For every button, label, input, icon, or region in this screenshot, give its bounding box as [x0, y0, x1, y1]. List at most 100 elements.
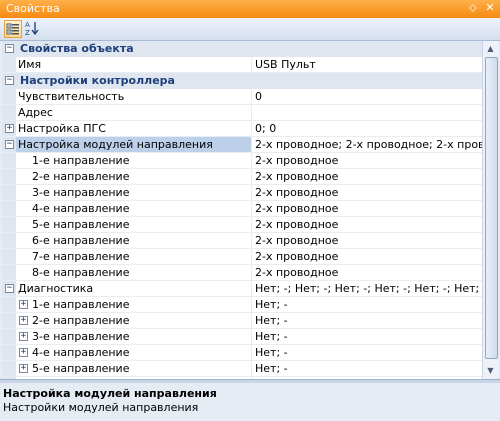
title-bar[interactable]: Свойства ⬦ ✕ [0, 0, 500, 19]
row-gutter [2, 265, 16, 280]
property-name: 1-е направление [32, 298, 130, 311]
property-row[interactable]: +3-е направление Нет; - [2, 329, 482, 345]
property-name: 5-е направление [32, 218, 130, 231]
column-separator[interactable] [251, 137, 252, 152]
column-separator[interactable] [251, 345, 252, 360]
column-separator[interactable] [251, 105, 252, 120]
column-separator[interactable] [251, 233, 252, 248]
scroll-up-icon[interactable]: ▲ [483, 41, 498, 57]
column-separator[interactable] [251, 281, 252, 296]
property-name: Настройка модулей направления [18, 138, 213, 151]
property-row[interactable]: Чувствительность 0 [2, 89, 482, 105]
collapse-icon[interactable]: − [5, 284, 14, 293]
property-value[interactable]: 2-х проводное [255, 266, 482, 279]
property-row[interactable]: 2-е направление 2-х проводное [2, 169, 482, 185]
property-row[interactable]: +5-е направление Нет; - [2, 361, 482, 377]
property-value[interactable]: 2-х проводное [255, 170, 482, 183]
svg-text:Z: Z [25, 29, 30, 36]
property-row[interactable]: + Настройка ПГС 0; 0 [2, 121, 482, 137]
property-value[interactable]: Нет; - [255, 362, 482, 375]
expand-icon[interactable]: + [5, 124, 14, 133]
property-grid: − Свойства объекта Имя USB Пульт − Настройки … [2, 41, 482, 379]
column-separator[interactable] [251, 153, 252, 168]
property-row[interactable]: − Диагностика Нет; -; Нет; -; Нет; -; Нет;… [2, 281, 482, 297]
property-row[interactable]: 5-е направление 2-х проводное [2, 217, 482, 233]
property-row[interactable]: +1-е направление Нет; - [2, 297, 482, 313]
column-separator[interactable] [251, 121, 252, 136]
property-value[interactable]: 2-х проводное [255, 202, 482, 215]
collapse-icon[interactable]: − [5, 76, 14, 85]
property-name: 5-е направление [32, 362, 130, 375]
property-row[interactable]: 4-е направление 2-х проводное [2, 201, 482, 217]
category-row[interactable]: − Настройки контроллера [2, 73, 482, 89]
column-separator[interactable] [251, 361, 252, 376]
column-separator[interactable] [251, 313, 252, 328]
expand-icon[interactable]: + [19, 316, 28, 325]
property-name: 4-е направление [32, 202, 130, 215]
property-value[interactable]: USB Пульт [255, 58, 482, 71]
property-value[interactable]: 0 [255, 90, 482, 103]
property-row[interactable]: Имя USB Пульт [2, 57, 482, 73]
property-value[interactable]: 2-х проводное [255, 218, 482, 231]
column-separator[interactable] [251, 265, 252, 280]
scrollbar-thumb[interactable] [485, 57, 498, 359]
property-name: Адрес [18, 106, 53, 119]
property-value[interactable]: 2-х проводное [255, 250, 482, 263]
column-separator[interactable] [251, 329, 252, 344]
property-name: 6-е направление [32, 234, 130, 247]
expand-icon[interactable]: + [19, 364, 28, 373]
property-value[interactable]: 2-х проводное [255, 234, 482, 247]
row-gutter [2, 313, 16, 328]
category-label: Настройки контроллера [20, 74, 175, 87]
property-row[interactable]: 8-е направление 2-х проводное [2, 265, 482, 281]
property-value[interactable]: Нет; -; Нет; -; Нет; -; Нет; -; Нет; -; … [255, 282, 482, 295]
property-value[interactable]: 2-х проводное [255, 154, 482, 167]
property-row[interactable]: +4-е направление Нет; - [2, 345, 482, 361]
property-name: 3-е направление [32, 330, 130, 343]
column-separator[interactable] [251, 169, 252, 184]
column-separator[interactable] [251, 185, 252, 200]
row-gutter [2, 105, 16, 120]
alphabetical-sort-button[interactable]: A Z [24, 20, 42, 38]
category-row[interactable]: − Свойства объекта [2, 41, 482, 57]
close-icon[interactable]: ✕ [483, 1, 497, 15]
expand-icon[interactable]: + [19, 300, 28, 309]
window-title: Свойства [6, 2, 60, 15]
property-row[interactable]: 6-е направление 2-х проводное [2, 233, 482, 249]
property-name: 4-е направление [32, 346, 130, 359]
row-gutter [2, 185, 16, 200]
property-value[interactable]: Нет; - [255, 330, 482, 343]
pin-icon[interactable]: ⬦ [466, 1, 480, 15]
property-name: 2-е направление [32, 314, 130, 327]
row-gutter [2, 89, 16, 104]
property-value[interactable]: Нет; - [255, 346, 482, 359]
property-row[interactable]: 7-е направление 2-х проводное [2, 249, 482, 265]
property-row[interactable]: − Настройка модулей направления 2-х провод… [2, 137, 482, 153]
property-grid-toolbar: A Z [0, 18, 500, 41]
row-gutter [2, 57, 16, 72]
categorized-view-button[interactable] [4, 20, 22, 38]
property-value[interactable]: Нет; - [255, 298, 482, 311]
collapse-icon[interactable]: − [5, 140, 14, 149]
property-value[interactable]: 2-х проводное; 2-х проводное; 2-х провод… [255, 138, 482, 151]
property-row[interactable]: 3-е направление 2-х проводное [2, 185, 482, 201]
property-row[interactable]: +2-е направление Нет; - [2, 313, 482, 329]
column-separator[interactable] [251, 217, 252, 232]
column-separator[interactable] [251, 297, 252, 312]
property-row[interactable]: Адрес [2, 105, 482, 121]
row-gutter [2, 201, 16, 216]
column-separator[interactable] [251, 249, 252, 264]
collapse-icon[interactable]: − [5, 44, 14, 53]
scroll-down-icon[interactable]: ▼ [483, 363, 498, 379]
column-separator[interactable] [251, 201, 252, 216]
vertical-scrollbar[interactable]: ▲ ▼ [482, 41, 498, 379]
expand-icon[interactable]: + [19, 348, 28, 357]
column-separator[interactable] [251, 57, 252, 72]
column-separator[interactable] [251, 89, 252, 104]
property-value[interactable]: 0; 0 [255, 122, 482, 135]
property-row[interactable]: 1-е направление 2-х проводное [2, 153, 482, 169]
svg-text:A: A [25, 21, 30, 29]
expand-icon[interactable]: + [19, 332, 28, 341]
property-value[interactable]: 2-х проводное [255, 186, 482, 199]
property-value[interactable]: Нет; - [255, 314, 482, 327]
